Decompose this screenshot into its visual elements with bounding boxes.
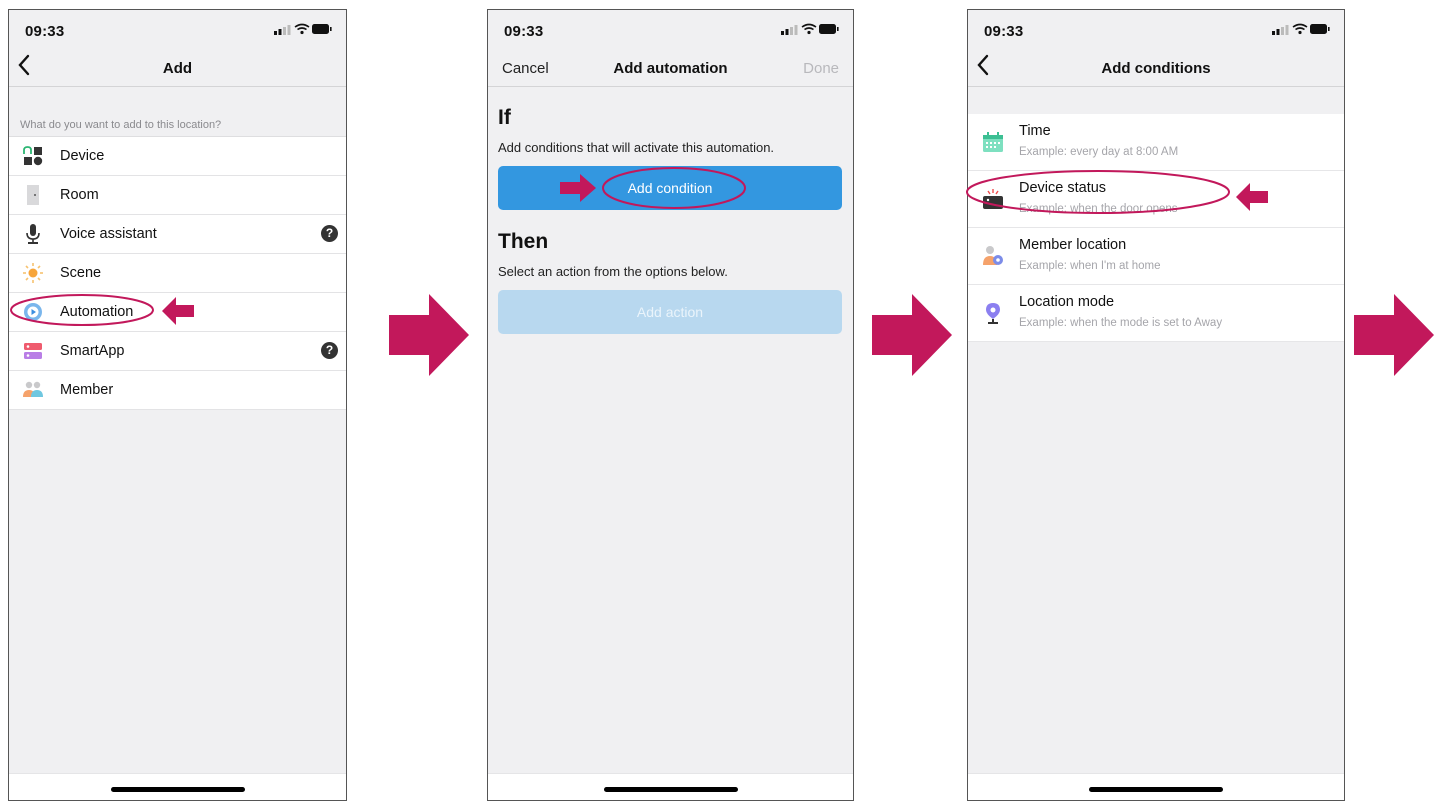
home-indicator-area	[968, 773, 1344, 800]
help-icon[interactable]: ?	[321, 342, 338, 359]
member-icon	[23, 381, 43, 397]
page-title: Add conditions	[1101, 60, 1211, 77]
status-icons	[1272, 23, 1330, 35]
help-icon[interactable]: ?	[321, 225, 338, 242]
location-pin-icon	[986, 303, 1000, 324]
status-time: 09:33	[984, 23, 1024, 40]
phone-screen-add-automation: 09:33 Cancel Add automation Done If Add …	[487, 9, 854, 801]
list-item-device[interactable]: Device	[9, 137, 346, 176]
list-item-room[interactable]: Room	[9, 176, 346, 215]
smartapp-icon	[24, 343, 42, 359]
condition-title: Location mode	[1019, 294, 1115, 310]
condition-example: Example: every day at 8:00 AM	[1019, 146, 1179, 158]
phone-screen-add-conditions: 09:33 Add conditions Time Example: every…	[967, 9, 1345, 801]
microphone-icon	[26, 224, 40, 244]
list-item-label: SmartApp	[60, 343, 125, 359]
room-icon	[27, 185, 39, 205]
nav-bar: Add conditions	[968, 44, 1344, 87]
status-time: 09:33	[504, 23, 544, 40]
status-icons	[781, 23, 839, 35]
done-button[interactable]: Done	[803, 60, 839, 77]
add-action-button[interactable]: Add action	[498, 290, 842, 334]
status-bar: 09:33	[9, 10, 346, 44]
nav-bar: Cancel Add automation Done	[488, 44, 853, 87]
flow-arrow-icon	[389, 294, 469, 376]
flow-arrow-icon	[872, 294, 952, 376]
condition-example: Example: when the mode is set to Away	[1019, 317, 1223, 329]
list-item-voice-assistant[interactable]: Voice assistant ?	[9, 215, 346, 254]
status-icons	[274, 23, 332, 35]
home-indicator[interactable]	[110, 787, 245, 792]
list-item-label: Device	[60, 148, 105, 164]
add-options-list: Device Room Voice assistant ? Scene Auto…	[9, 136, 346, 410]
member-location-icon	[983, 246, 1003, 265]
condition-title: Time	[1019, 123, 1051, 139]
list-item-label: Room	[60, 187, 99, 203]
device-icon	[23, 146, 43, 166]
then-heading: Then	[498, 230, 549, 253]
list-item-scene[interactable]: Scene	[9, 254, 346, 293]
status-bar: 09:33	[488, 10, 853, 44]
pointer-arrow-right-icon	[560, 174, 596, 202]
page-title: Add automation	[613, 60, 728, 77]
section-header: What do you want to add to this location…	[20, 119, 222, 131]
status-bar: 09:33	[968, 10, 1344, 44]
home-indicator-area	[488, 773, 853, 800]
condition-example: Example: when I'm at home	[1019, 260, 1161, 272]
list-item-label: Scene	[60, 265, 102, 281]
then-description: Select an action from the options below.	[498, 264, 728, 279]
if-description: Add conditions that will activate this a…	[498, 140, 775, 155]
phone-screen-add: 09:33 Add What do you want to add to thi…	[8, 9, 347, 801]
home-indicator-area	[9, 773, 346, 800]
highlight-ellipse	[10, 294, 154, 326]
flow-arrow-icon	[1354, 294, 1434, 376]
highlight-ellipse	[966, 170, 1230, 214]
calendar-icon	[983, 132, 1003, 152]
condition-item-location-mode[interactable]: Location mode Example: when the mode is …	[968, 285, 1344, 342]
home-indicator[interactable]	[603, 787, 738, 792]
list-item-smartapp[interactable]: SmartApp ?	[9, 332, 346, 371]
condition-title: Member location	[1019, 237, 1127, 253]
page-title: Add	[162, 60, 193, 77]
list-item-label: Member	[60, 382, 114, 398]
conditions-list: Time Example: every day at 8:00 AM Devic…	[968, 114, 1344, 342]
highlight-ellipse	[602, 167, 746, 209]
condition-item-time[interactable]: Time Example: every day at 8:00 AM	[968, 114, 1344, 171]
if-heading: If	[498, 106, 511, 129]
condition-item-member-location[interactable]: Member location Example: when I'm at hom…	[968, 228, 1344, 285]
list-item-member[interactable]: Member	[9, 371, 346, 410]
list-item-label: Voice assistant	[60, 226, 157, 242]
status-time: 09:33	[25, 23, 65, 40]
home-indicator[interactable]	[1089, 787, 1223, 792]
scene-sun-icon	[23, 263, 43, 283]
pointer-arrow-left-icon	[1236, 183, 1268, 211]
nav-bar: Add	[9, 44, 346, 87]
pointer-arrow-left-icon	[162, 297, 194, 325]
